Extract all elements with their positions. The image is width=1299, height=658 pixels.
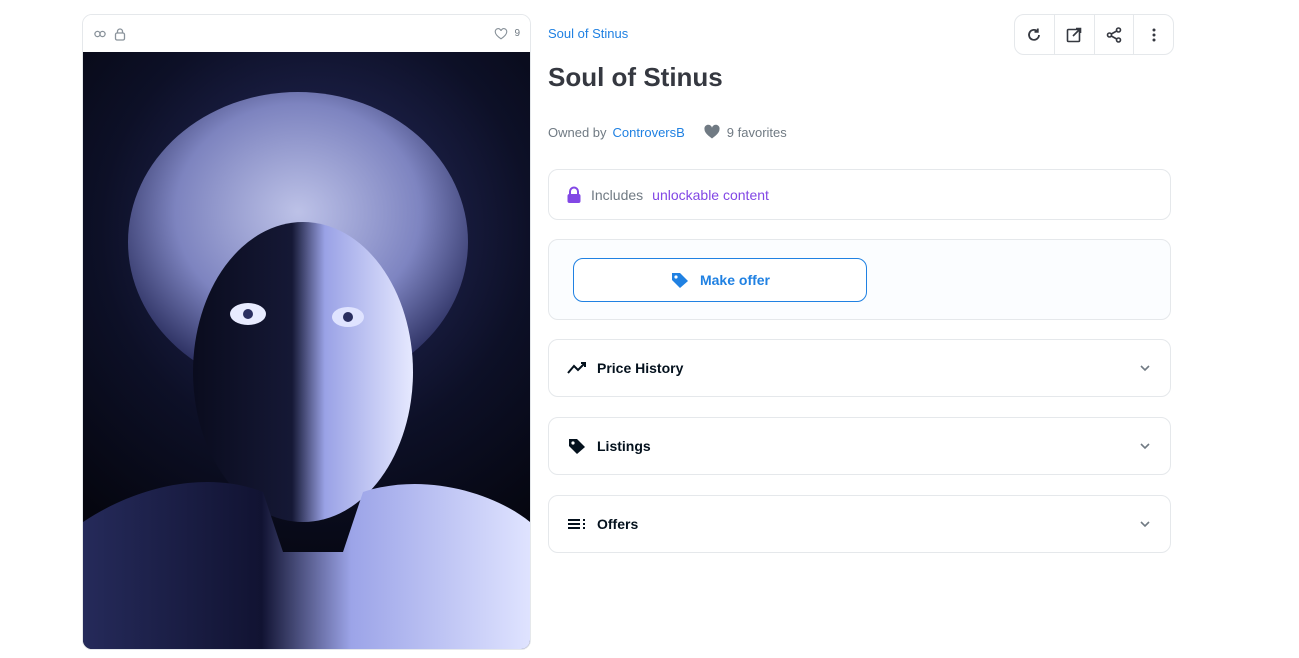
- price-history-label: Price History: [597, 360, 684, 376]
- more-vertical-icon: [1152, 28, 1156, 41]
- list-icon: [568, 519, 585, 529]
- listings-label: Listings: [597, 438, 651, 454]
- unlockable-content-banner[interactable]: Includes unlockable content: [548, 169, 1171, 220]
- lock-filled-icon: [567, 186, 581, 203]
- make-offer-label: Make offer: [699, 272, 771, 288]
- portrait-illustration: [83, 92, 530, 649]
- price-history-section[interactable]: Price History: [548, 339, 1171, 397]
- heart-outline-icon[interactable]: [494, 27, 508, 41]
- heart-filled-icon: [704, 124, 720, 139]
- chevron-down-icon: [1140, 365, 1150, 372]
- offers-section[interactable]: Offers: [548, 495, 1171, 553]
- offer-panel: Make offer: [548, 239, 1171, 320]
- item-meta: Owned by ControversB 9 favorites: [548, 124, 787, 140]
- trend-line-icon: [567, 362, 586, 374]
- owned-by-label: Owned by: [548, 124, 607, 140]
- item-title: Soul of Stinus: [548, 62, 723, 92]
- artwork-image[interactable]: [83, 52, 530, 649]
- share-button[interactable]: [1095, 15, 1135, 54]
- refresh-icon: [1028, 28, 1041, 41]
- make-offer-button[interactable]: Make offer: [573, 258, 867, 302]
- tag-icon: [569, 439, 585, 454]
- artwork-header: 9: [83, 15, 530, 52]
- lock-icon[interactable]: [113, 27, 127, 41]
- favorites-count: 9: [514, 28, 520, 39]
- unlockable-prefix: Includes: [591, 186, 644, 203]
- offers-label: Offers: [597, 516, 639, 532]
- collection-link[interactable]: Soul of Stinus: [548, 26, 628, 41]
- favorites-info[interactable]: 9 favorites: [703, 124, 787, 140]
- open-external-button[interactable]: [1055, 15, 1095, 54]
- chain-icon[interactable]: [93, 27, 107, 41]
- share-icon: [1106, 26, 1122, 43]
- item-toolbar: [1014, 14, 1174, 55]
- unlockable-accent: unlockable content: [652, 186, 769, 203]
- chevron-down-icon: [1140, 443, 1150, 450]
- chevron-down-icon: [1140, 521, 1150, 528]
- owner-link[interactable]: ControversB: [613, 125, 685, 140]
- artwork-card: 9: [82, 14, 531, 650]
- more-options-button[interactable]: [1134, 15, 1173, 54]
- favorites-text: 9 favorites: [726, 124, 787, 140]
- listings-section[interactable]: Listings: [548, 417, 1171, 475]
- tag-icon: [671, 273, 688, 288]
- external-link-icon: [1066, 27, 1082, 42]
- refresh-button[interactable]: [1015, 15, 1055, 54]
